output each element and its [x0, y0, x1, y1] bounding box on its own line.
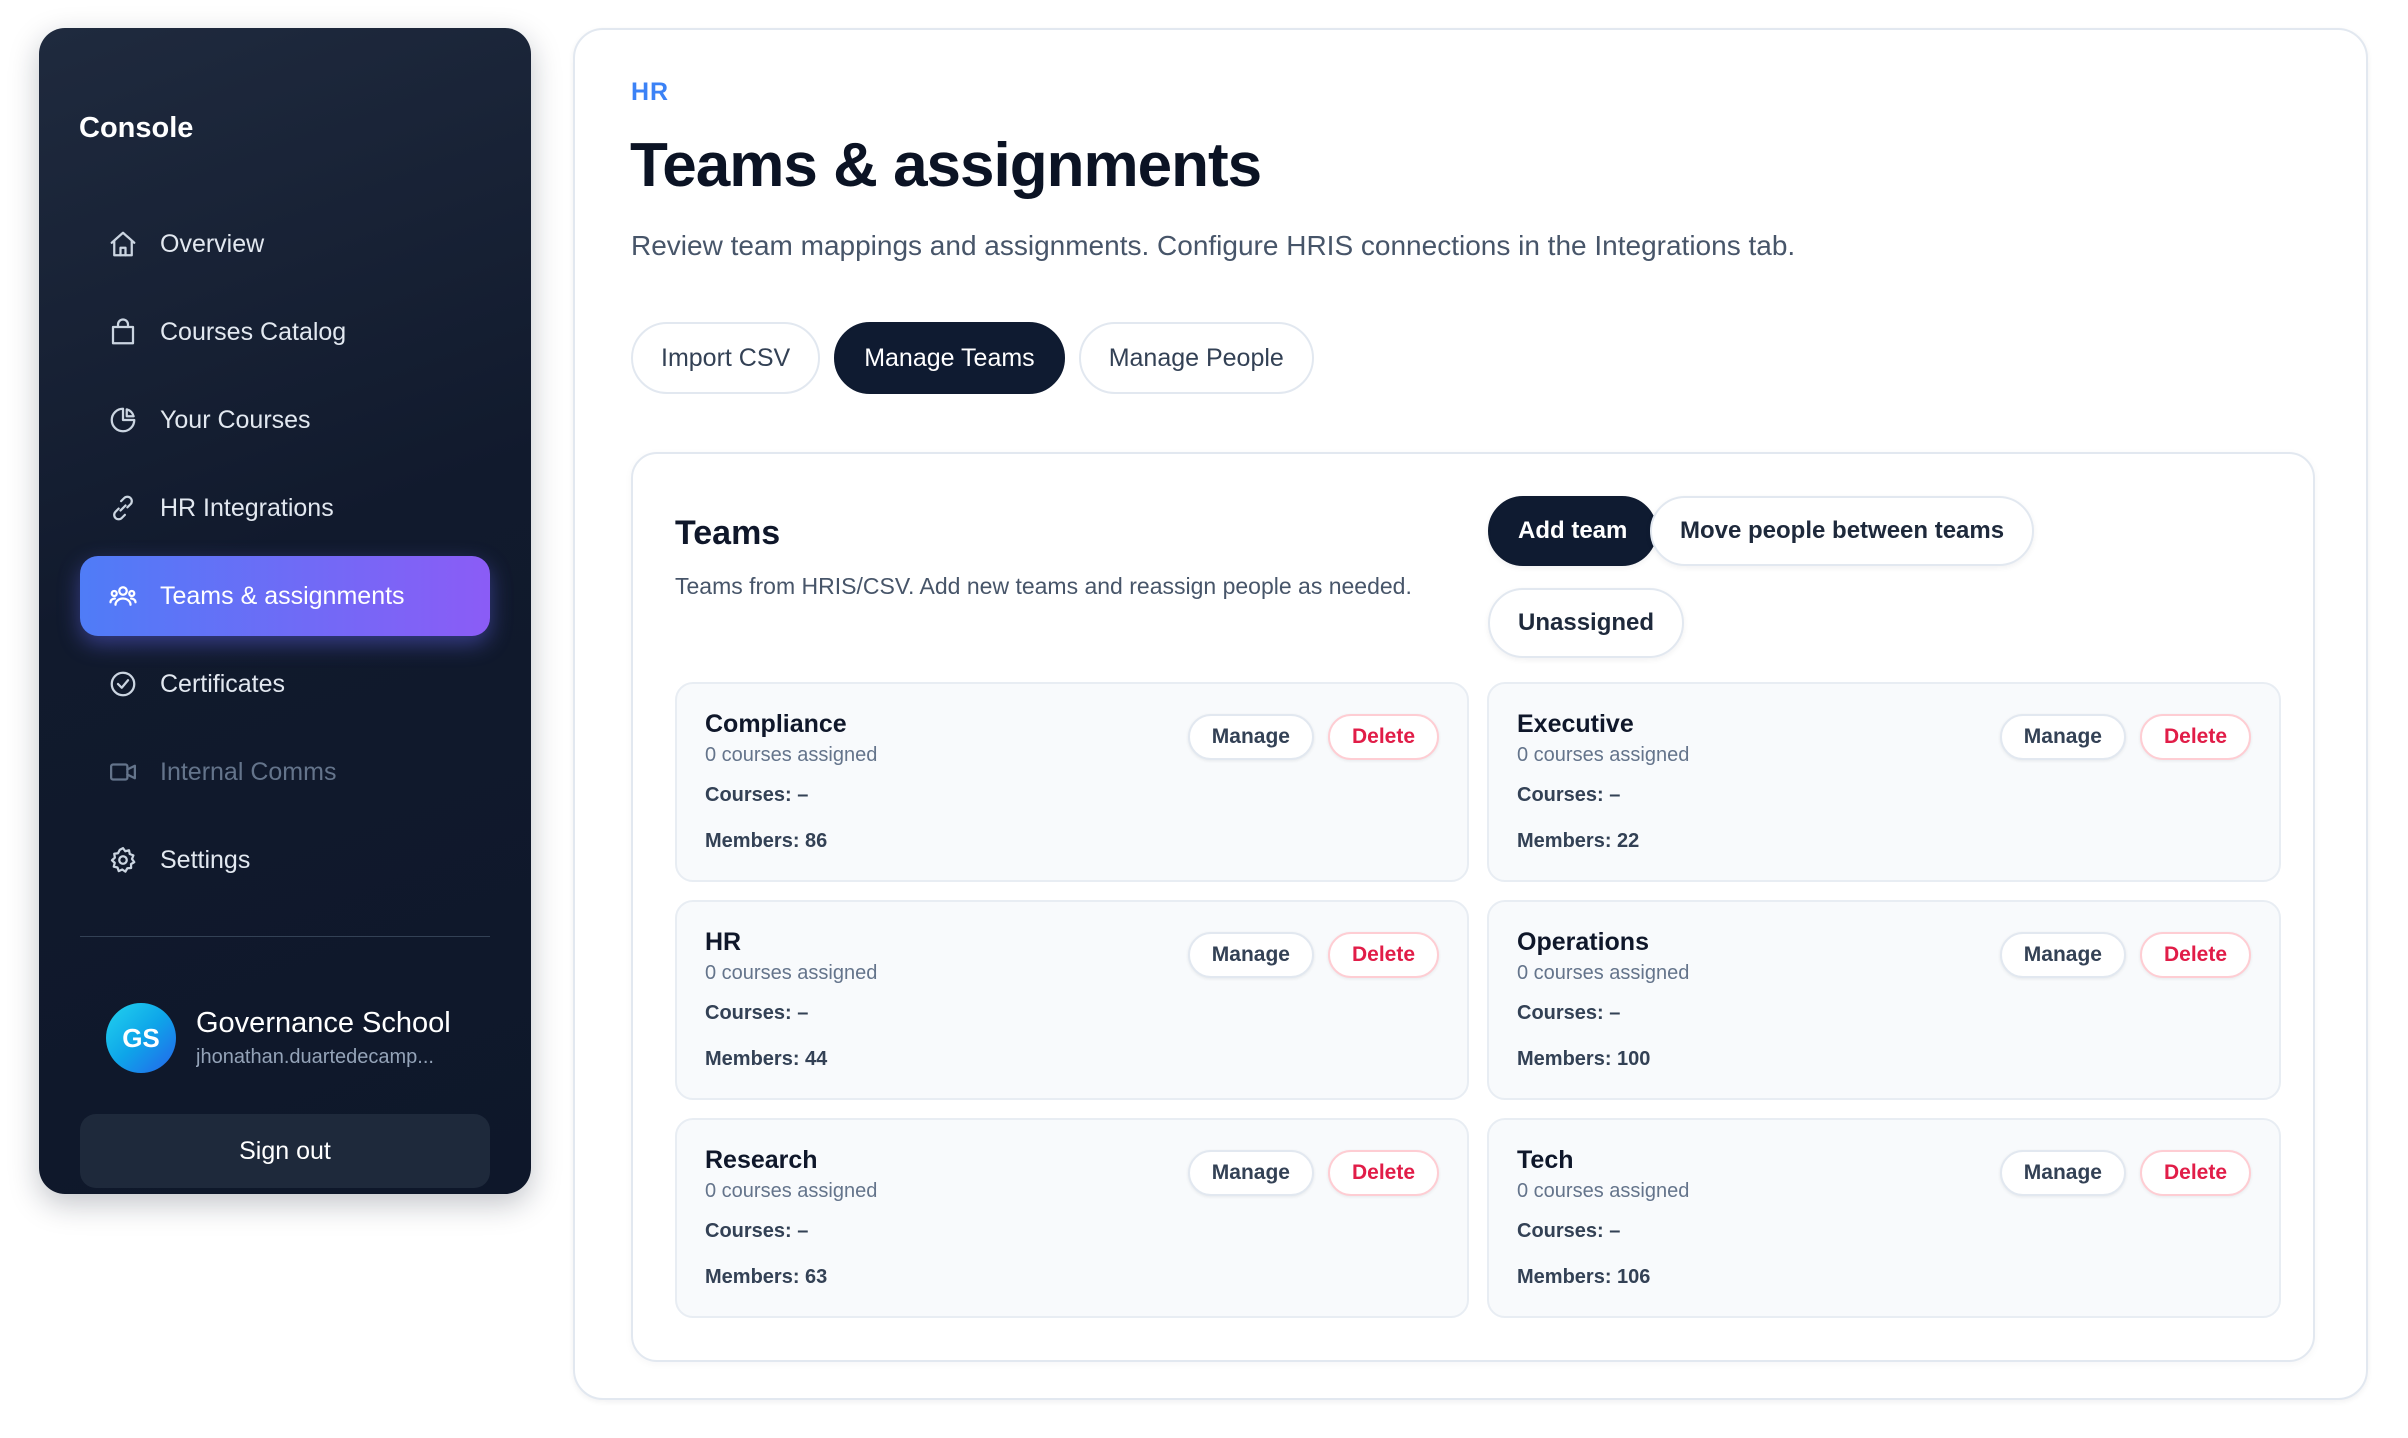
team-members: Members: 100: [1517, 1048, 1651, 1070]
team-courses: Courses: –: [1517, 784, 1621, 806]
unassigned-button[interactable]: Unassigned: [1488, 588, 1685, 658]
teams-title: Teams: [675, 514, 781, 552]
teams-card: Teams Teams from HRIS/CSV. Add new teams…: [631, 452, 2315, 1362]
team-name: Operations: [1517, 928, 1649, 956]
video-icon: [106, 755, 140, 789]
sidebar: Console Overview Courses Catalog Your Co…: [39, 28, 531, 1194]
manage-button[interactable]: Manage: [1187, 932, 1314, 978]
sidebar-item-label: Overview: [160, 229, 265, 258]
team-courses: Courses: –: [1517, 1220, 1621, 1242]
team-members: Members: 22: [1517, 830, 1640, 852]
sidebar-nav: Overview Courses Catalog Your Courses HR…: [80, 204, 490, 908]
team-card-compliance: Compliance 0 courses assigned Courses: –…: [675, 682, 1469, 882]
main-panel: HR Teams & assignments Review team mappi…: [573, 28, 2368, 1400]
page-description: Review team mappings and assignments. Co…: [631, 230, 1796, 261]
profile-name: Governance School: [196, 1007, 451, 1039]
add-team-button[interactable]: Add team: [1488, 496, 1658, 566]
sidebar-item-label: Courses Catalog: [160, 317, 347, 346]
gear-icon: [106, 843, 140, 877]
team-members: Members: 86: [705, 830, 828, 852]
manage-button[interactable]: Manage: [1999, 932, 2126, 978]
sidebar-item-certificates[interactable]: Certificates: [80, 644, 490, 724]
team-assigned-count: 0 courses assigned: [705, 744, 878, 766]
team-name: Compliance: [705, 710, 847, 738]
team-assigned-count: 0 courses assigned: [705, 962, 878, 984]
sidebar-item-label: Teams & assignments: [160, 581, 405, 610]
team-card-tech: Tech 0 courses assigned Courses: – Membe…: [1487, 1118, 2281, 1318]
profile-email: jhonathan.duartedecamp...: [196, 1046, 434, 1068]
team-assigned-count: 0 courses assigned: [1517, 744, 1690, 766]
sidebar-item-teams-assignments[interactable]: Teams & assignments: [80, 556, 490, 636]
team-card-operations: Operations 0 courses assigned Courses: –…: [1487, 900, 2281, 1100]
home-icon: [106, 227, 140, 261]
tab-bar: Import CSV Manage Teams Manage People: [631, 322, 1328, 394]
team-courses: Courses: –: [705, 1002, 809, 1024]
manage-button[interactable]: Manage: [1999, 1150, 2126, 1196]
delete-button[interactable]: Delete: [2139, 1150, 2251, 1196]
avatar: GS: [106, 1003, 176, 1073]
team-name: Executive: [1517, 710, 1634, 738]
delete-button[interactable]: Delete: [1327, 932, 1439, 978]
sidebar-item-internal-comms[interactable]: Internal Comms: [80, 732, 490, 812]
team-assigned-count: 0 courses assigned: [1517, 1180, 1690, 1202]
teams-grid: Compliance 0 courses assigned Courses: –…: [675, 682, 2281, 1318]
team-courses: Courses: –: [705, 784, 809, 806]
sidebar-item-overview[interactable]: Overview: [80, 204, 490, 284]
sidebar-item-label: Your Courses: [160, 405, 311, 434]
tab-import-csv[interactable]: Import CSV: [631, 322, 821, 394]
team-name: Research: [705, 1146, 818, 1174]
shopping-bag-icon: [106, 315, 140, 349]
user-profile: GS Governance School jhonathan.duartedec…: [106, 1003, 466, 1073]
team-courses: Courses: –: [705, 1220, 809, 1242]
move-people-button[interactable]: Move people between teams: [1650, 496, 2035, 566]
sidebar-item-hr-integrations[interactable]: HR Integrations: [80, 468, 490, 548]
sidebar-divider: [80, 936, 490, 937]
manage-button[interactable]: Manage: [1999, 714, 2126, 760]
delete-button[interactable]: Delete: [1327, 1150, 1439, 1196]
team-card-executive: Executive 0 courses assigned Courses: – …: [1487, 682, 2281, 882]
page-title: Teams & assignments: [630, 131, 1262, 200]
sidebar-item-label: Certificates: [160, 669, 286, 698]
teams-description: Teams from HRIS/CSV. Add new teams and r…: [675, 573, 1412, 599]
users-icon: [106, 579, 140, 613]
link-icon: [106, 491, 140, 525]
team-card-hr: HR 0 courses assigned Courses: – Members…: [675, 900, 1469, 1100]
team-name: Tech: [1517, 1146, 1574, 1174]
sidebar-title: Console: [79, 112, 194, 144]
sidebar-item-settings[interactable]: Settings: [80, 820, 490, 900]
sidebar-item-courses-catalog[interactable]: Courses Catalog: [80, 292, 490, 372]
delete-button[interactable]: Delete: [2139, 714, 2251, 760]
team-members: Members: 44: [705, 1048, 828, 1070]
check-circle-icon: [106, 667, 140, 701]
tab-manage-teams[interactable]: Manage Teams: [834, 322, 1065, 394]
team-members: Members: 106: [1517, 1266, 1651, 1288]
team-assigned-count: 0 courses assigned: [1517, 962, 1690, 984]
sign-out-button[interactable]: Sign out: [80, 1114, 490, 1188]
team-assigned-count: 0 courses assigned: [705, 1180, 878, 1202]
breadcrumb: HR: [631, 78, 670, 106]
delete-button[interactable]: Delete: [1327, 714, 1439, 760]
manage-button[interactable]: Manage: [1187, 1150, 1314, 1196]
delete-button[interactable]: Delete: [2139, 932, 2251, 978]
sidebar-item-label: HR Integrations: [160, 493, 334, 522]
pie-chart-icon: [106, 403, 140, 437]
tab-manage-people[interactable]: Manage People: [1078, 322, 1314, 394]
sidebar-item-your-courses[interactable]: Your Courses: [80, 380, 490, 460]
team-card-research: Research 0 courses assigned Courses: – M…: [675, 1118, 1469, 1318]
manage-button[interactable]: Manage: [1187, 714, 1314, 760]
team-members: Members: 63: [705, 1266, 828, 1288]
sidebar-item-label: Settings: [160, 845, 251, 874]
sidebar-item-label: Internal Comms: [160, 757, 337, 786]
team-name: HR: [705, 928, 742, 956]
team-courses: Courses: –: [1517, 1002, 1621, 1024]
